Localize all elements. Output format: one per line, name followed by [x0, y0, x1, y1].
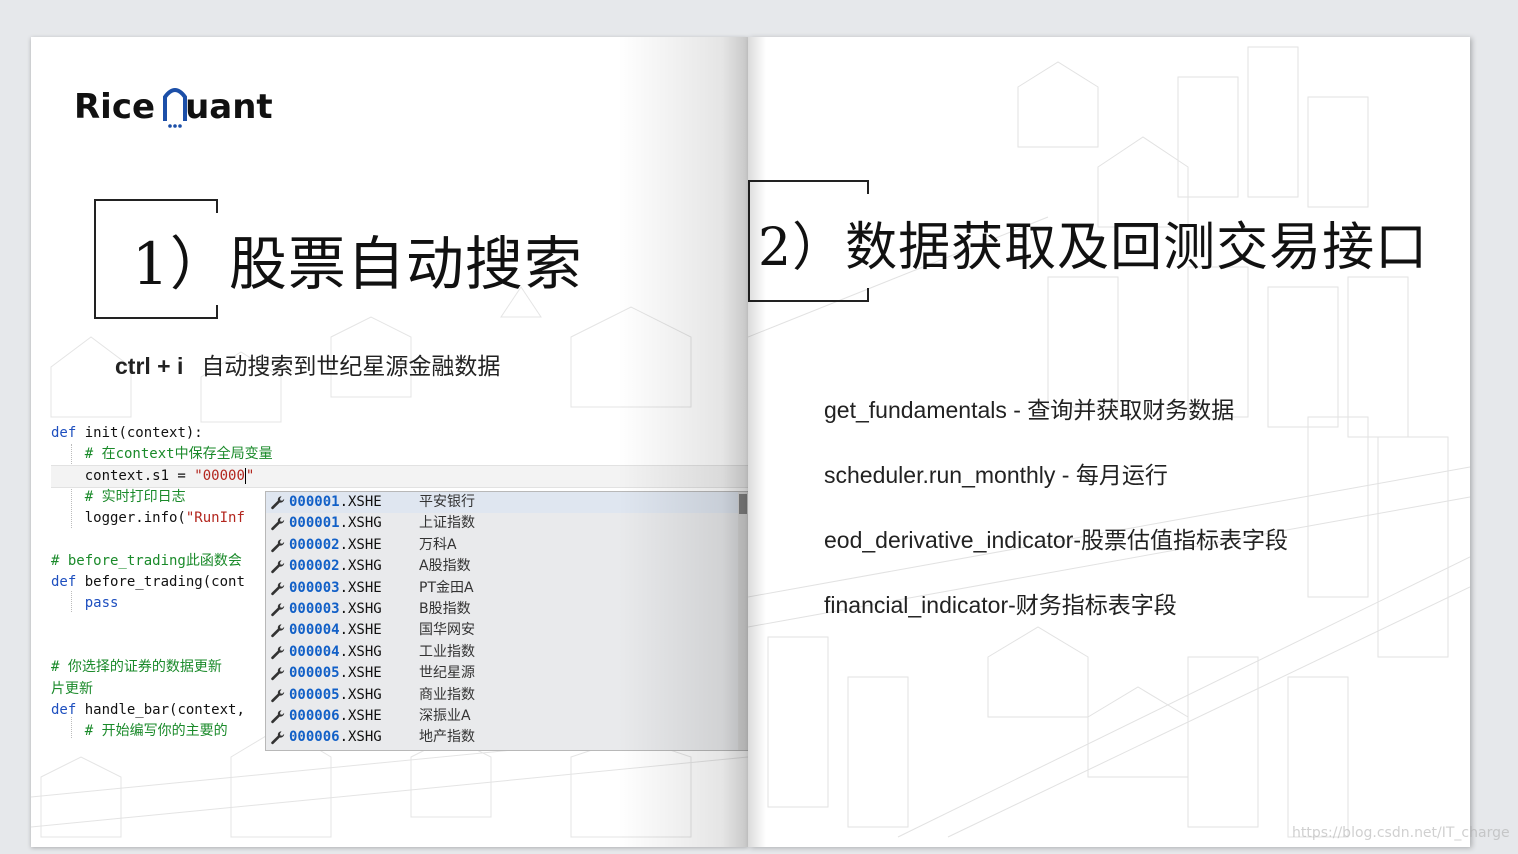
wrench-icon	[270, 578, 286, 599]
wrench-icon	[270, 535, 286, 556]
stock-code: 000006.XSHG	[289, 729, 382, 746]
stock-name: 工业指数	[419, 643, 475, 660]
stock-name: 世纪星源	[419, 665, 475, 682]
wrench-icon	[270, 599, 286, 620]
autocomplete-item[interactable]: 000006.XSHE 深振业A	[266, 706, 748, 727]
wrench-icon	[270, 727, 286, 748]
autocomplete-item[interactable]: 000006.XSHG 地产指数	[266, 727, 748, 748]
slide-title: 2）数据获取及回测交易接口	[758, 218, 1429, 278]
wrench-icon	[270, 685, 286, 706]
autocomplete-item[interactable]: 000004.XSHE 国华网安	[266, 620, 748, 641]
wrench-icon	[270, 620, 286, 641]
stock-code: 000002.XSHG	[289, 558, 382, 575]
autocomplete-dropdown[interactable]: 000001.XSHE 平安银行 000001.XSHG 上证指数 000002.XSH…	[265, 491, 748, 751]
stock-name: 商业指数	[419, 686, 475, 703]
wrench-icon	[270, 706, 286, 727]
api-item-run-monthly: scheduler.run_monthly - 每月运行	[824, 462, 1168, 489]
stock-code: 000005.XSHG	[289, 686, 382, 703]
stock-name: PT金田A	[419, 579, 474, 596]
stock-code: 000004.XSHE	[289, 622, 382, 639]
autocomplete-item[interactable]: 000003.XSHE PT金田A	[266, 578, 748, 599]
autocomplete-item[interactable]: 000001.XSHE 平安银行	[266, 492, 748, 514]
slide-title: 1）股票自动搜索	[132, 230, 583, 298]
stock-code: 000002.XSHE	[289, 536, 382, 553]
stock-name: B股指数	[419, 600, 471, 617]
wrench-icon	[270, 556, 286, 577]
shortcut-description: ctrl + i 自动搜索到世纪星源金融数据	[115, 347, 500, 381]
wrench-icon	[270, 663, 286, 684]
shortcut-key: ctrl + i	[115, 353, 184, 379]
autocomplete-item[interactable]: 000001.XSHG 上证指数	[266, 513, 748, 534]
watermark: https://blog.csdn.net/IT_charge	[1292, 825, 1510, 841]
wrench-icon	[270, 513, 286, 534]
stock-name: 国华网安	[419, 622, 475, 639]
autocomplete-item[interactable]: 000003.XSHG B股指数	[266, 599, 748, 620]
autocomplete-item[interactable]: 000004.XSHG 工业指数	[266, 642, 748, 663]
stock-name: 地产指数	[419, 729, 475, 746]
wrench-icon	[270, 642, 286, 663]
stock-code: 000003.XSHG	[289, 600, 382, 617]
autocomplete-item[interactable]: 000002.XSHE 万科A	[266, 535, 748, 556]
stock-name: 深振业A	[419, 707, 471, 724]
code-line-active[interactable]: context.s1 = "00000"	[51, 465, 748, 488]
api-item-eod-derivative-indicator: eod_derivative_indicator-股票估值指标表字段	[824, 527, 1288, 554]
stock-code: 000004.XSHG	[289, 643, 382, 660]
stock-code: 000001.XSHG	[289, 515, 382, 532]
stock-code: 000001.XSHE	[289, 494, 382, 510]
autocomplete-scrollbar[interactable]	[738, 492, 748, 750]
code-line[interactable]: def init(context):	[51, 423, 748, 444]
code-line[interactable]: # 在context中保存全局变量	[51, 444, 748, 465]
autocomplete-item[interactable]: 000005.XSHE 世纪星源	[266, 663, 748, 684]
autocomplete-item[interactable]: 000005.XSHG 商业指数	[266, 685, 748, 706]
autocomplete-item[interactable]: 000002.XSHG A股指数	[266, 556, 748, 577]
stock-code: 000003.XSHE	[289, 579, 382, 596]
stock-code: 000006.XSHE	[289, 707, 382, 724]
api-item-get-fundamentals: get_fundamentals - 查询并获取财务数据	[824, 397, 1235, 424]
scrollbar-thumb[interactable]	[739, 494, 747, 514]
wrench-icon	[270, 492, 286, 513]
ricequant-logo: Rice uant	[74, 81, 294, 131]
stock-name: 上证指数	[419, 515, 475, 532]
city-sketch-background	[748, 46, 1470, 838]
stock-name: 万科A	[419, 536, 457, 553]
left-slide: Rice uant 1）股票自动搜索 ctrl + i 自动搜索到世纪星源金融数据 …	[31, 37, 748, 847]
stock-code: 000005.XSHE	[289, 665, 382, 682]
stock-name: A股指数	[419, 558, 471, 575]
rocket-logo-icon	[163, 88, 187, 128]
api-item-financial-indicator: financial_indicator-财务指标表字段	[824, 592, 1177, 619]
right-slide: 2）数据获取及回测交易接口 get_fundamentals - 查询并获取财务…	[748, 37, 1470, 847]
shortcut-text: 自动搜索到世纪星源金融数据	[201, 354, 501, 380]
stock-name: 平安银行	[419, 494, 475, 510]
